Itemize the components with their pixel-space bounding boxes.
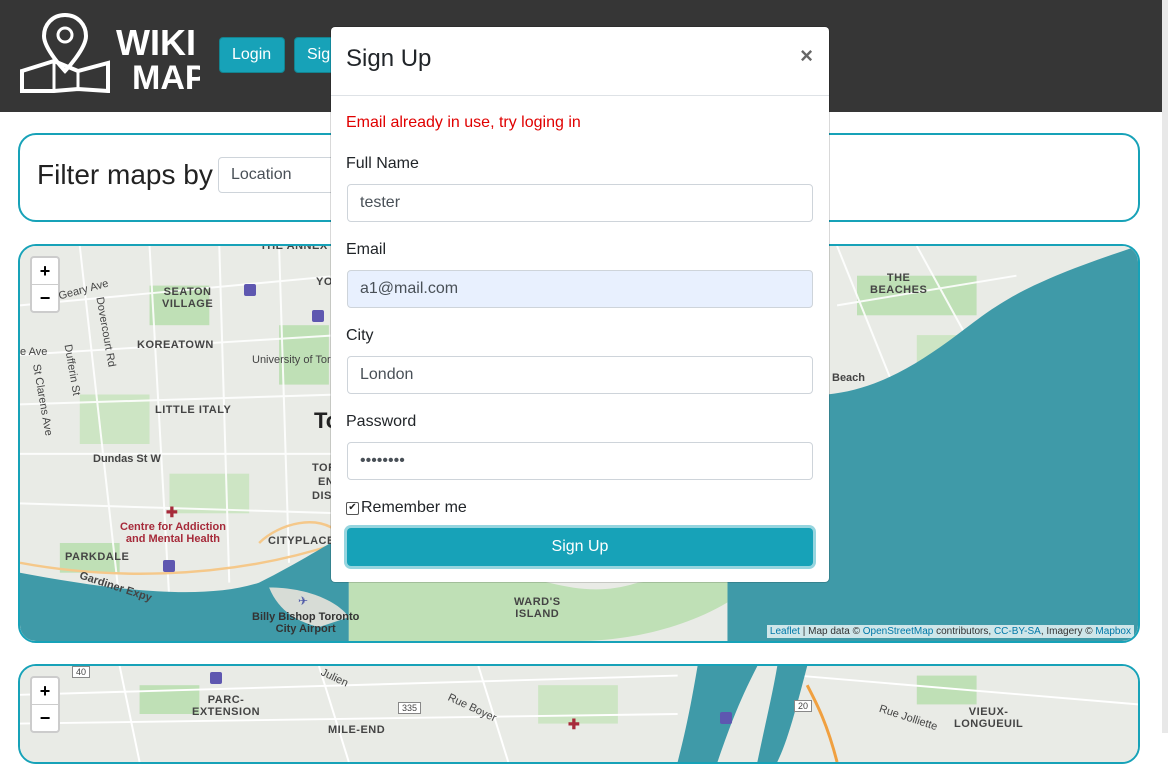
map-label-mile-end: MILE-END bbox=[328, 724, 386, 736]
map-label-parkdale: PARKDALE bbox=[65, 551, 130, 563]
email-field[interactable] bbox=[347, 270, 813, 308]
transit-station-icon bbox=[163, 560, 175, 572]
route-20-shield: 20 bbox=[794, 700, 813, 712]
map-label-little-italy: LITTLE ITALY bbox=[155, 404, 232, 416]
osm-link[interactable]: OpenStreetMap bbox=[863, 626, 934, 637]
map-label-camh: Centre for Addiction and Mental Health bbox=[120, 521, 226, 545]
map-label-dundas: Dundas St W bbox=[93, 453, 161, 465]
map-label-dis: DIS bbox=[312, 490, 332, 502]
transit-station-icon bbox=[244, 284, 256, 296]
map-montreal[interactable]: + − PARC- EXTENSION MILE-END VIEUX- LONG… bbox=[18, 664, 1140, 764]
modal-header: Sign Up × bbox=[331, 27, 829, 96]
airport-icon: ✈ bbox=[298, 594, 309, 608]
full-name-field[interactable] bbox=[347, 184, 813, 222]
map-label-seaton-village: SEATON VILLAGE bbox=[162, 286, 214, 310]
login-button[interactable]: Login bbox=[219, 37, 285, 73]
map2-zoom-out-button[interactable]: − bbox=[32, 704, 58, 731]
signup-modal: Sign Up × Email already in use, try logi… bbox=[331, 27, 829, 582]
leaflet-link[interactable]: Leaflet bbox=[770, 626, 800, 637]
error-message: Email already in use, try loging in bbox=[346, 114, 581, 131]
hospital-icon: ✚ bbox=[568, 716, 580, 732]
email-label: Email bbox=[346, 241, 387, 258]
modal-title: Sign Up bbox=[346, 45, 432, 72]
logo-line1: WIKI bbox=[116, 22, 196, 63]
remember-me[interactable]: ✔ Remember me bbox=[346, 499, 467, 517]
map1-zoom-control: + − bbox=[30, 256, 60, 313]
map-label-ave: e Ave bbox=[20, 346, 48, 358]
map-label-university: University of Tor bbox=[252, 354, 331, 366]
signup-submit-button[interactable]: Sign Up bbox=[347, 528, 813, 566]
close-icon[interactable]: × bbox=[800, 43, 813, 69]
map-label-wards-island: WARD'S ISLAND bbox=[514, 596, 561, 620]
logo-line2: MAP bbox=[132, 59, 200, 93]
route-335-shield: 335 bbox=[398, 702, 422, 714]
full-name-label: Full Name bbox=[346, 155, 419, 172]
mapbox-link[interactable]: Mapbox bbox=[1095, 626, 1131, 637]
map1-zoom-out-button[interactable]: − bbox=[32, 284, 58, 311]
remember-checkbox[interactable]: ✔ bbox=[346, 501, 359, 515]
map1-attribution: Leaflet | Map data © OpenStreetMap contr… bbox=[766, 625, 1134, 638]
map1-zoom-in-button[interactable]: + bbox=[32, 258, 58, 284]
transit-station-icon bbox=[312, 310, 324, 322]
transit-station-icon bbox=[720, 712, 732, 724]
map-label-koreatown: KOREATOWN bbox=[137, 339, 214, 351]
filter-label: Filter maps by bbox=[37, 159, 213, 190]
city-field[interactable] bbox=[347, 356, 813, 394]
map-label-the-beaches: THE BEACHES bbox=[870, 272, 928, 296]
map-label-the-annex: THE ANNEX bbox=[260, 244, 328, 252]
hospital-icon: ✚ bbox=[166, 504, 178, 520]
map-label-billy-bishop: Billy Bishop Toronto City Airport bbox=[252, 611, 360, 635]
license-link[interactable]: CC-BY-SA bbox=[994, 626, 1041, 637]
transit-station-icon bbox=[210, 672, 222, 684]
map-label-beach: Beach bbox=[832, 372, 866, 384]
password-label: Password bbox=[346, 413, 417, 430]
map-label-cityplace: CITYPLACE bbox=[268, 535, 335, 547]
route-40-shield: 40 bbox=[72, 666, 91, 678]
page-scrollbar[interactable] bbox=[1162, 0, 1168, 733]
password-field[interactable] bbox=[347, 442, 813, 480]
map-label-vieux-longueuil: VIEUX- LONGUEUIL bbox=[954, 706, 1024, 730]
map2-zoom-in-button[interactable]: + bbox=[32, 678, 58, 704]
wikimap-logo[interactable]: WIKI MAP bbox=[18, 13, 200, 93]
map-label-parc-extension: PARC- EXTENSION bbox=[192, 694, 261, 718]
remember-label: Remember me bbox=[361, 499, 467, 516]
city-label: City bbox=[346, 327, 374, 344]
map2-zoom-control: + − bbox=[30, 676, 60, 733]
